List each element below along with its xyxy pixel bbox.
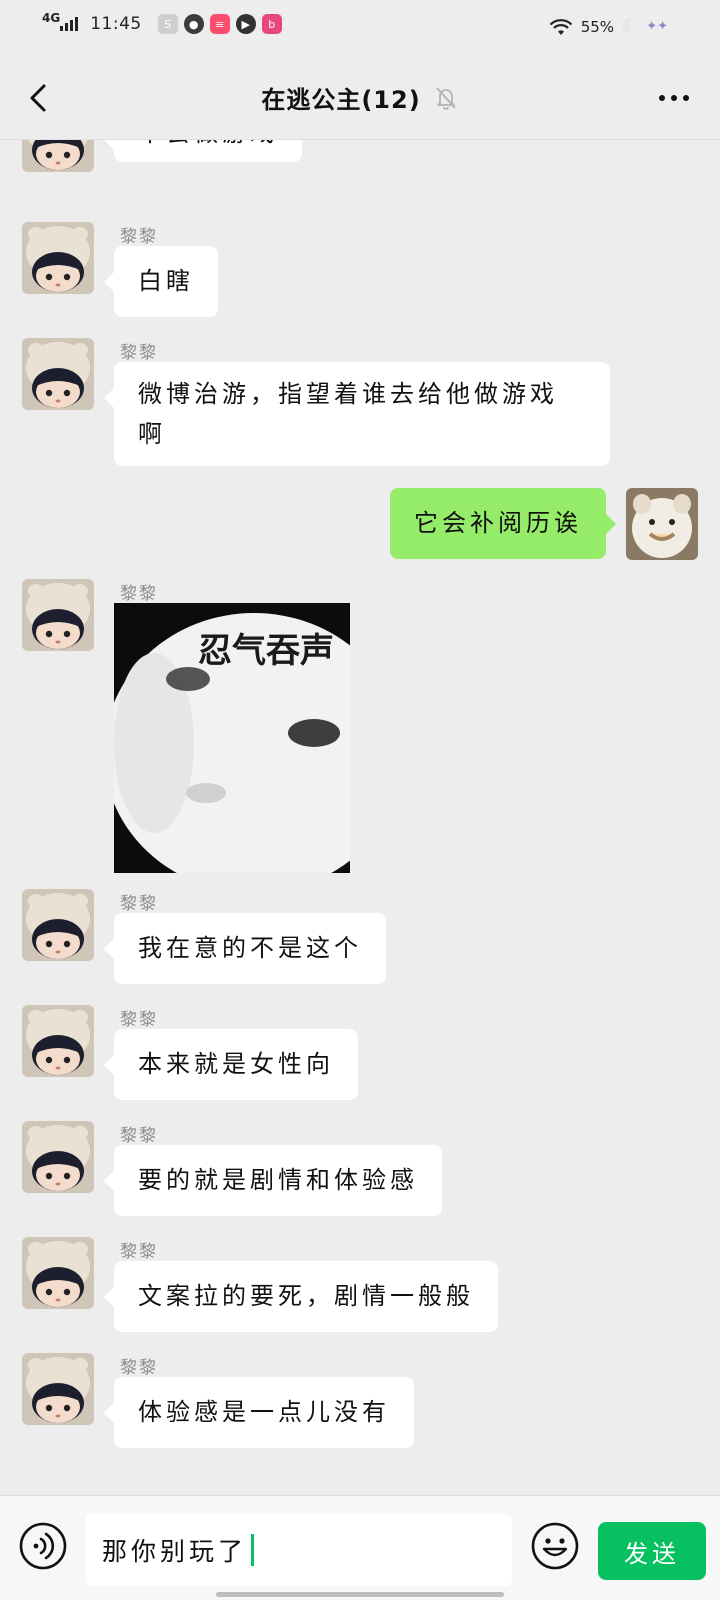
home-indicator[interactable] — [216, 1592, 504, 1597]
xiaohongshu-icon: ≡ — [209, 14, 230, 34]
sender-name: 黎黎 — [120, 1242, 158, 1262]
soul-icon: S — [157, 14, 178, 34]
message-bubble[interactable]: 不会做游戏 — [104, 140, 302, 162]
video-icon: ▶ — [235, 14, 256, 34]
message-text-line: 微博治游，指望着谁去给他做游戏 — [138, 380, 558, 408]
status-bar: 4G 11:45 S ● ≡ ▶ b 55% ☾ ✦✦ — [0, 0, 720, 56]
message-bubble[interactable]: 我在意的不是这个 — [104, 913, 386, 984]
avatar[interactable] — [22, 222, 94, 294]
chat-title: 在逃公主(12) — [261, 86, 421, 114]
sender-name: 黎黎 — [120, 894, 158, 914]
message-bubble[interactable]: 白瞎 — [104, 246, 218, 317]
stars-icon: ✦✦ — [646, 19, 668, 34]
clock-time: 11:45 — [90, 14, 142, 34]
avatar[interactable] — [22, 1353, 94, 1425]
message-input[interactable]: 那你别玩了 — [86, 1514, 512, 1586]
more-options-icon[interactable] — [654, 80, 694, 116]
avatar[interactable] — [22, 579, 94, 651]
mute-bell-icon — [436, 86, 456, 110]
battery-percent: 55% — [580, 17, 615, 36]
input-bar: 那你别玩了 发送 — [0, 1495, 720, 1600]
bilibili-icon: b — [261, 14, 282, 34]
message-list[interactable]: 不会做游戏 黎黎 白瞎 黎黎 微博治游，指望着谁去给他做游戏 啊 它会补阅历诶 … — [0, 140, 720, 1495]
message-bubble[interactable]: 体验感是一点儿没有 — [104, 1377, 414, 1448]
sender-name: 黎黎 — [120, 343, 158, 363]
sender-name: 黎黎 — [120, 1126, 158, 1146]
avatar[interactable] — [22, 889, 94, 961]
sender-name: 黎黎 — [120, 584, 158, 604]
sender-name: 黎黎 — [120, 227, 158, 247]
emoji-icon[interactable] — [530, 1521, 580, 1571]
avatar[interactable] — [22, 1121, 94, 1193]
message-bubble[interactable]: 它会补阅历诶 — [390, 488, 616, 559]
message-bubble[interactable]: 微博治游，指望着谁去给他做游戏 啊 — [104, 362, 610, 466]
wifi-icon — [549, 18, 572, 35]
avatar[interactable] — [22, 1005, 94, 1077]
sticker-caption: 忍气吞声 — [198, 631, 334, 671]
sender-name: 黎黎 — [120, 1010, 158, 1030]
signal-icon — [60, 17, 79, 31]
network-type: 4G — [42, 11, 61, 25]
moon-icon: ☾ — [622, 16, 639, 37]
avatar[interactable] — [22, 1237, 94, 1309]
text-cursor — [251, 1534, 255, 1566]
avatar[interactable] — [626, 488, 698, 560]
sticker-image[interactable]: 忍气吞声 — [114, 603, 350, 873]
message-bubble[interactable]: 文案拉的要死，剧情一般般 — [104, 1261, 498, 1332]
avatar[interactable] — [22, 140, 94, 172]
sender-name: 黎黎 — [120, 1358, 158, 1378]
avatar[interactable] — [22, 338, 94, 410]
send-button[interactable]: 发送 — [598, 1522, 706, 1580]
message-input-value: 那你别玩了 — [102, 1537, 248, 1566]
message-bubble[interactable]: 本来就是女性向 — [104, 1029, 358, 1100]
wechat-icon: ● — [183, 14, 204, 34]
message-bubble[interactable]: 要的就是剧情和体验感 — [104, 1145, 442, 1216]
chat-header: 在逃公主(12) — [0, 56, 720, 140]
voice-input-icon[interactable] — [18, 1521, 68, 1571]
message-text-line: 啊 — [138, 420, 166, 448]
